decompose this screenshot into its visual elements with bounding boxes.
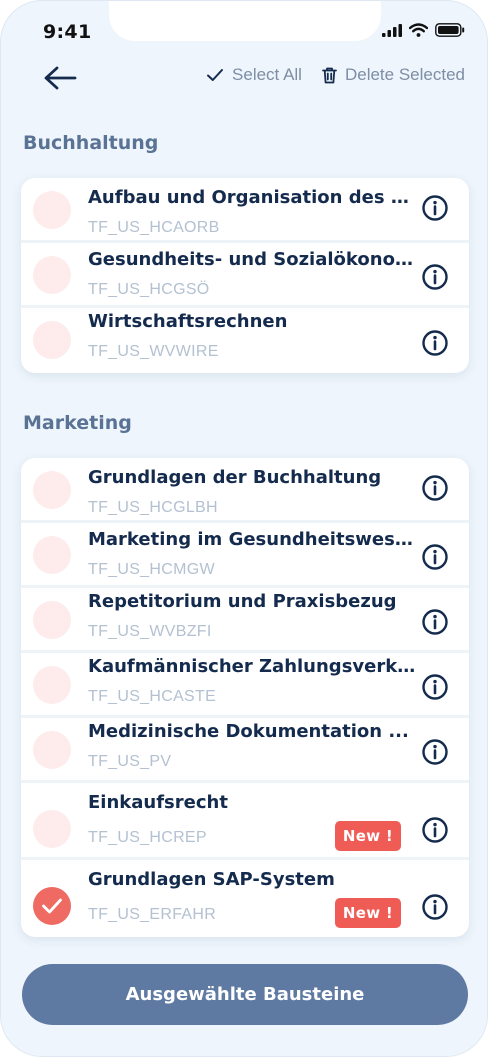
checkmark-icon xyxy=(207,69,224,81)
select-radio[interactable] xyxy=(33,191,71,229)
select-radio-checked[interactable] xyxy=(33,887,71,925)
info-icon[interactable] xyxy=(421,263,449,291)
select-radio[interactable] xyxy=(33,666,71,704)
select-all-button[interactable]: Select All xyxy=(206,65,302,85)
info-icon[interactable] xyxy=(421,543,449,571)
battery-icon xyxy=(435,23,465,37)
select-radio[interactable] xyxy=(33,810,71,848)
list-item[interactable]: Medizinische Dokumentation ... TF_US_PV xyxy=(21,718,469,783)
signal-icon xyxy=(382,23,402,37)
section-title-buchhaltung: Buchhaltung xyxy=(23,132,159,154)
course-title: Marketing im Gesundheitswesen xyxy=(88,529,417,550)
course-title: Grundlagen SAP-System xyxy=(88,869,335,890)
info-icon[interactable] xyxy=(421,893,449,921)
info-icon[interactable] xyxy=(421,329,449,357)
list-item[interactable]: Grundlagen SAP-System TF_US_ERFAHR New ! xyxy=(21,860,469,937)
course-code: TF_US_WVWIRE xyxy=(88,343,219,360)
selected-modules-button[interactable]: Ausgewählte Bausteine xyxy=(22,964,468,1025)
course-code: TF_US_PV xyxy=(88,753,172,770)
list-item[interactable]: Wirtschaftsrechnen TF_US_WVWIRE xyxy=(21,308,469,373)
course-code: TF_US_HCASTE xyxy=(88,688,217,705)
course-code: TF_US_HCREP xyxy=(88,829,207,846)
info-icon[interactable] xyxy=(421,673,449,701)
course-list-marketing: Grundlagen der Buchhaltung TF_US_HCGLBH … xyxy=(21,458,469,937)
delete-selected-button[interactable]: Delete Selected xyxy=(322,65,465,85)
course-code: TF_US_HCAORB xyxy=(88,219,220,236)
course-title: Wirtschaftsrechnen xyxy=(88,311,288,332)
select-radio[interactable] xyxy=(33,601,71,639)
course-code: TF_US_ERFAHR xyxy=(88,906,217,923)
delete-selected-label: Delete Selected xyxy=(344,65,465,84)
course-code: TF_US_HCGLBH xyxy=(88,499,218,516)
course-code: TF_US_HCGSÖ xyxy=(88,281,210,298)
course-title: Repetitorium und Praxisbezug xyxy=(88,591,397,612)
course-title: Medizinische Dokumentation ... xyxy=(88,721,409,742)
list-item[interactable]: Marketing im Gesundheitswesen TF_US_HCMG… xyxy=(21,523,469,588)
new-badge: New ! xyxy=(335,898,401,928)
wifi-icon xyxy=(409,23,428,37)
info-icon[interactable] xyxy=(421,608,449,636)
select-radio[interactable] xyxy=(33,321,71,359)
course-title: Einkaufsrecht xyxy=(88,792,228,813)
select-radio[interactable] xyxy=(33,471,71,509)
section-title-marketing: Marketing xyxy=(23,412,132,434)
course-title: Grundlagen der Buchhaltung xyxy=(88,467,382,488)
select-radio[interactable] xyxy=(33,536,71,574)
info-icon[interactable] xyxy=(421,738,449,766)
back-button[interactable] xyxy=(41,61,81,95)
list-item[interactable]: Aufbau und Organisation des Betr... TF_U… xyxy=(21,178,469,243)
course-list-buchhaltung: Aufbau und Organisation des Betr... TF_U… xyxy=(21,178,469,373)
status-icons xyxy=(382,23,465,37)
list-item[interactable]: Gesundheits- und Sozialökonomie TF_US_HC… xyxy=(21,243,469,308)
new-badge: New ! xyxy=(335,821,401,851)
select-radio[interactable] xyxy=(33,256,71,294)
list-item[interactable]: Einkaufsrecht TF_US_HCREP New ! xyxy=(21,783,469,860)
select-all-label: Select All xyxy=(232,65,302,84)
list-item[interactable]: Kaufmännischer Zahlungsverk... TF_US_HCA… xyxy=(21,653,469,718)
course-title: Gesundheits- und Sozialökonomie xyxy=(88,249,417,270)
status-bar: 9:41 xyxy=(1,1,487,59)
toolbar-actions: Select All Delete Selected xyxy=(206,65,465,85)
phone-screen: 9:41 Select All Delete Selected Buchhalt… xyxy=(0,0,488,1057)
select-radio[interactable] xyxy=(33,731,71,769)
course-title: Kaufmännischer Zahlungsverk... xyxy=(88,656,417,677)
info-icon[interactable] xyxy=(421,816,449,844)
arrow-left-icon xyxy=(44,66,77,90)
status-time: 9:41 xyxy=(43,21,92,43)
info-icon[interactable] xyxy=(421,474,449,502)
list-item[interactable]: Repetitorium und Praxisbezug TF_US_WVBZF… xyxy=(21,588,469,653)
course-code: TF_US_HCMGW xyxy=(88,561,215,578)
course-code: TF_US_WVBZFI xyxy=(88,623,212,640)
check-icon xyxy=(42,898,62,914)
info-icon[interactable] xyxy=(421,194,449,222)
course-title: Aufbau und Organisation des Betr... xyxy=(88,187,417,208)
device-notch xyxy=(109,1,381,41)
trash-icon xyxy=(322,67,337,83)
list-item[interactable]: Grundlagen der Buchhaltung TF_US_HCGLBH xyxy=(21,458,469,523)
